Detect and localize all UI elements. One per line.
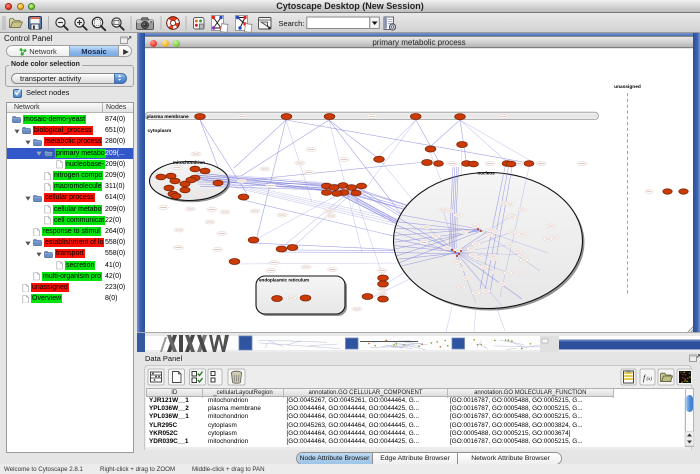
svg-text:nucleus: nucleus xyxy=(477,171,495,176)
svg-text:cytoplasm: cytoplasm xyxy=(148,128,172,134)
svg-text:(x): (x) xyxy=(647,377,653,382)
svg-text:endoplasmic reticulum: endoplasmic reticulum xyxy=(259,278,309,283)
svg-text:unassigned: unassigned xyxy=(614,84,641,90)
svg-text:mitochondrion: mitochondrion xyxy=(173,160,205,165)
svg-text:Search:: Search: xyxy=(279,19,305,28)
svg-text:plasma membrane: plasma membrane xyxy=(147,114,189,120)
